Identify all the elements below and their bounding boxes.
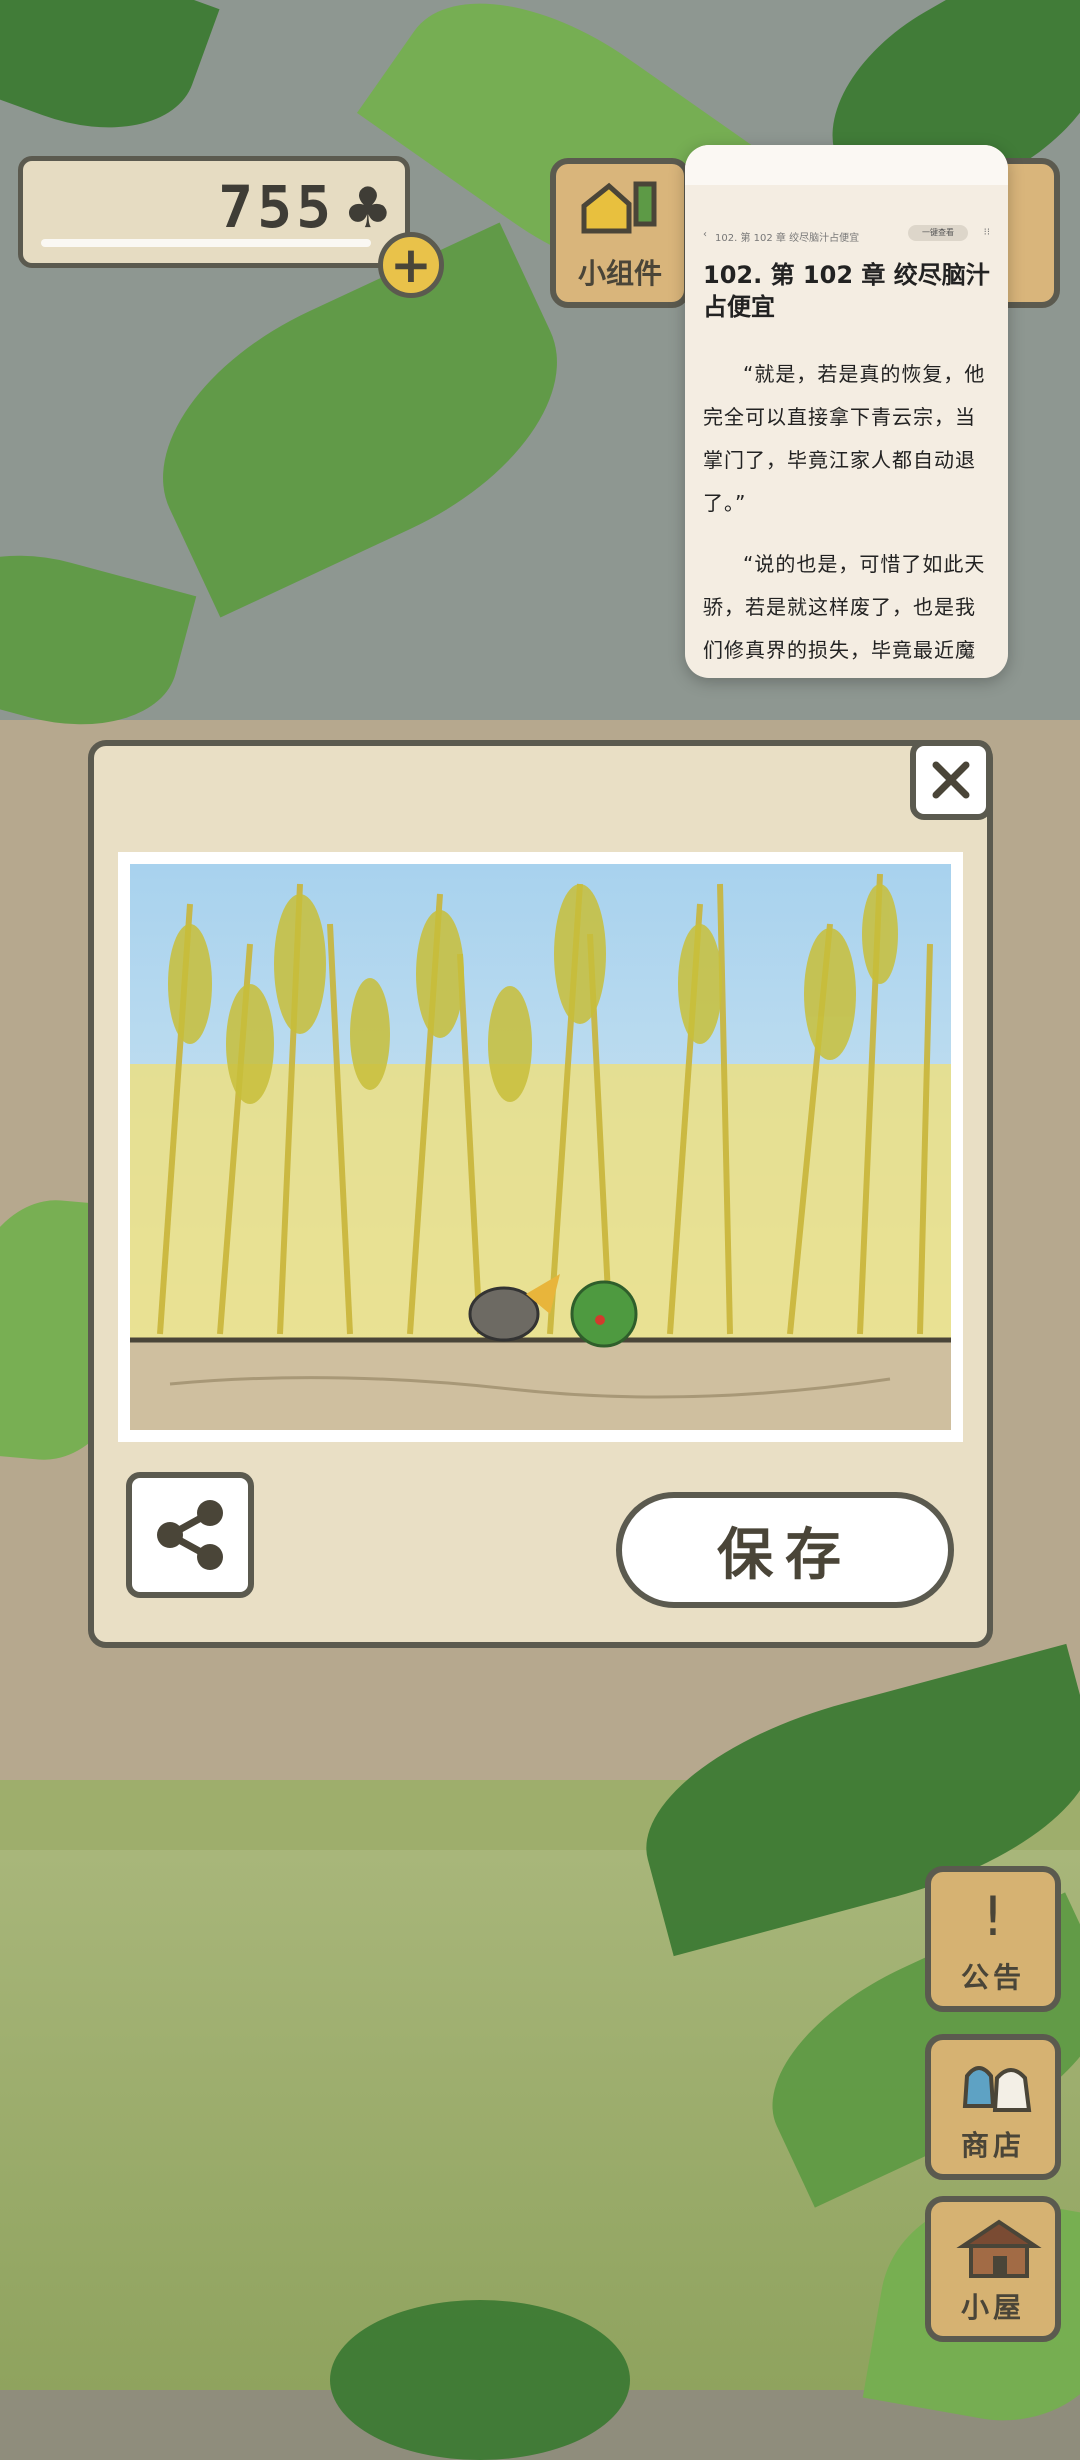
shop-button[interactable]: 商店 bbox=[925, 2034, 1061, 2180]
photo-frame bbox=[118, 852, 963, 1442]
add-clover-button[interactable]: + bbox=[378, 232, 444, 298]
house-label: 小屋 bbox=[960, 2291, 1025, 2324]
save-button[interactable]: 保存 bbox=[616, 1492, 954, 1608]
house-icon bbox=[956, 2219, 1042, 2278]
share-button[interactable] bbox=[126, 1472, 254, 1598]
chapter-title: 102. 第 102 章 绞尽脑汁占便宜 bbox=[703, 261, 990, 321]
clover-count: 755 bbox=[218, 173, 335, 241]
house-button[interactable]: 小屋 bbox=[925, 2196, 1061, 2342]
photo-scene bbox=[130, 864, 951, 1430]
widget-button[interactable]: 小组件 bbox=[550, 158, 690, 308]
reader-nav-bar: ‹ 102. 第 102 章 绞尽脑汁占便宜 一键查看 ⁝⁝ bbox=[703, 225, 994, 249]
reader-nav-chapter: 102. 第 102 章 绞尽脑汁占便宜 bbox=[715, 233, 860, 244]
exclamation-icon: ! bbox=[982, 1885, 1004, 1948]
reader-top-bar bbox=[685, 145, 1008, 185]
leaf bbox=[330, 2300, 630, 2460]
club-icon: ♣ bbox=[342, 176, 393, 241]
close-icon bbox=[932, 761, 970, 799]
reader-overlay-window[interactable]: ‹ 102. 第 102 章 绞尽脑汁占便宜 一键查看 ⁝⁝ 102. 第 10… bbox=[685, 145, 1008, 678]
close-button[interactable] bbox=[910, 740, 992, 820]
notice-label: 公告 bbox=[960, 1961, 1025, 1994]
clover-counter: 755 ♣ bbox=[18, 156, 410, 268]
plus-icon: + bbox=[390, 236, 432, 294]
chapter-paragraph: “就是，若是真的恢复，他完全可以直接拿下青云宗，当掌门了，毕竟江家人都自动退了。… bbox=[703, 362, 986, 515]
back-icon[interactable]: ‹ bbox=[703, 229, 707, 240]
share-icon bbox=[157, 1500, 223, 1570]
counter-bar bbox=[41, 239, 371, 247]
more-icon[interactable]: ⁝⁝ bbox=[984, 227, 990, 238]
widget-icon bbox=[581, 181, 657, 234]
shop-label: 商店 bbox=[960, 2129, 1025, 2162]
notice-button[interactable]: ! 公告 bbox=[925, 1866, 1061, 2012]
reader-pill-button[interactable]: 一键查看 bbox=[908, 225, 968, 241]
chapter-paragraph: “说的也是，可惜了如此天骄，若是就这样废了，也是我们修真界的损失，毕竟最近魔修 bbox=[703, 552, 986, 662]
shop-bag-icon bbox=[962, 2066, 1032, 2112]
widget-label: 小组件 bbox=[577, 257, 662, 290]
photo-image bbox=[130, 864, 951, 1430]
